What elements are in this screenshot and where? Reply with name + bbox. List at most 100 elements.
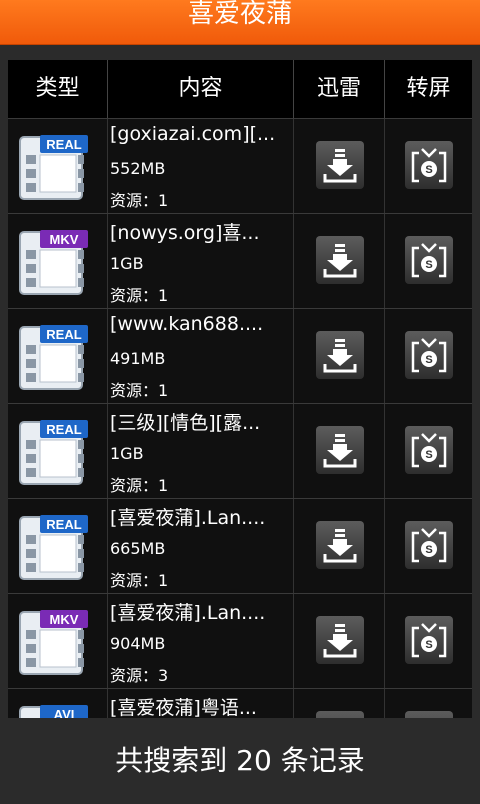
- source-count: 资源：1: [110, 476, 169, 495]
- source-count: 资源：1: [110, 191, 169, 210]
- source-count: 资源：1: [110, 286, 169, 305]
- file-size: 491MB: [110, 349, 166, 368]
- cast-cell: S: [385, 214, 472, 308]
- type-cell: REAL: [8, 119, 108, 213]
- file-name: [三级][情色][露...: [110, 412, 261, 434]
- source-count: 资源：1: [110, 381, 169, 400]
- film-strip-icon: REAL: [19, 420, 88, 485]
- app-title: 喜爱夜蒲: [187, 0, 292, 29]
- film-strip-icon: REAL: [19, 515, 88, 580]
- file-size: 665MB: [110, 539, 166, 558]
- cast-screen-icon: S: [411, 528, 447, 563]
- cast-screen-button[interactable]: S: [405, 331, 453, 379]
- xunlei-download-button[interactable]: [316, 141, 364, 189]
- type-cell: REAL: [8, 404, 108, 498]
- download-icon: [323, 529, 357, 563]
- file-size: 904MB: [110, 634, 166, 653]
- type-cell: REAL: [8, 309, 108, 403]
- xunlei-download-button[interactable]: [316, 236, 364, 284]
- file-name: [nowys.org]喜...: [110, 222, 260, 244]
- cast-cell: S: [385, 309, 472, 403]
- cast-screen-button[interactable]: S: [405, 141, 453, 189]
- xunlei-download-button[interactable]: [316, 331, 364, 379]
- xunlei-cell: [294, 214, 385, 308]
- file-name: [喜爱夜蒲]粤语...: [110, 697, 257, 718]
- file-name: [www.kan688....: [110, 313, 264, 335]
- cast-screen-icon: S: [411, 243, 447, 278]
- film-strip-icon: REAL: [19, 135, 88, 200]
- cast-screen-icon: S: [405, 711, 453, 718]
- content-cell: [nowys.org]喜... 1GB 资源：1: [108, 214, 294, 308]
- cast-screen-button[interactable]: S: [405, 426, 453, 474]
- table-header: 类型 内容 迅雷 转屏: [8, 60, 472, 118]
- svg-text:S: S: [425, 259, 432, 271]
- download-icon: [316, 711, 364, 718]
- download-icon: [323, 624, 357, 658]
- svg-text:S: S: [425, 544, 432, 556]
- table-row[interactable]: REAL [喜爱夜蒲].Lan.... 665MB 资源：1 S: [8, 498, 472, 593]
- content-cell: [三级][情色][露... 1GB 资源：1: [108, 404, 294, 498]
- cast-cell: S: [385, 689, 472, 718]
- table-row[interactable]: MKV [nowys.org]喜... 1GB 资源：1 S: [8, 213, 472, 308]
- table-row[interactable]: REAL [三级][情色][露... 1GB 资源：1 S: [8, 403, 472, 498]
- film-strip-icon: MKV: [19, 610, 88, 675]
- film-strip-icon: AVI: [19, 705, 88, 718]
- header-content: 内容: [108, 60, 294, 118]
- cast-screen-button[interactable]: S: [405, 236, 453, 284]
- content-cell: [喜爱夜蒲].Lan.... 665MB 资源：1: [108, 499, 294, 593]
- content-cell: [www.kan688.... 491MB 资源：1: [108, 309, 294, 403]
- xunlei-download-button[interactable]: [316, 616, 364, 664]
- content-cell: [goxiazai.com][... 552MB 资源：1: [108, 119, 294, 213]
- download-icon: [323, 244, 357, 278]
- header-xunlei: 迅雷: [294, 60, 385, 118]
- type-badge-label: AVI: [54, 707, 75, 718]
- type-badge-label: REAL: [46, 422, 81, 437]
- type-badge-label: MKV: [50, 232, 79, 247]
- cast-screen-button[interactable]: S: [405, 711, 453, 718]
- type-badge-label: REAL: [46, 327, 81, 342]
- content-cell: [喜爱夜蒲].Lan.... 904MB 资源：3: [108, 594, 294, 688]
- app-title-bar: 喜爱夜蒲: [0, 0, 480, 44]
- source-count: 资源：1: [110, 571, 169, 590]
- file-size: 1GB: [110, 254, 144, 273]
- svg-text:S: S: [425, 639, 432, 651]
- table-row[interactable]: MKV [喜爱夜蒲].Lan.... 904MB 资源：3 S: [8, 593, 472, 688]
- file-name: [goxiazai.com][...: [110, 123, 276, 145]
- xunlei-cell: [294, 309, 385, 403]
- xunlei-cell: [294, 499, 385, 593]
- cast-cell: S: [385, 404, 472, 498]
- download-icon: [323, 149, 357, 183]
- download-icon: [323, 339, 357, 373]
- xunlei-download-button[interactable]: [316, 426, 364, 474]
- type-badge-label: REAL: [46, 517, 81, 532]
- cast-screen-icon: S: [411, 623, 447, 658]
- header-cast: 转屏: [406, 76, 451, 101]
- cast-screen-button[interactable]: S: [405, 616, 453, 664]
- xunlei-download-button[interactable]: [316, 711, 364, 718]
- xunlei-cell: [294, 119, 385, 213]
- film-strip-icon: REAL: [19, 325, 88, 390]
- cast-cell: S: [385, 594, 472, 688]
- cast-screen-button[interactable]: S: [405, 521, 453, 569]
- xunlei-download-button[interactable]: [316, 521, 364, 569]
- cast-screen-icon: S: [411, 433, 447, 468]
- file-size: 1GB: [110, 444, 144, 463]
- source-count: 资源：3: [110, 666, 169, 685]
- result-count: 共搜索到 20 条记录: [0, 718, 480, 800]
- type-cell: REAL: [8, 499, 108, 593]
- xunlei-cell: [294, 594, 385, 688]
- download-icon: [323, 434, 357, 468]
- header-type: 类型: [8, 60, 108, 118]
- file-name: [喜爱夜蒲].Lan....: [110, 507, 266, 529]
- type-badge-label: REAL: [46, 137, 81, 152]
- cast-screen-icon: S: [411, 148, 447, 183]
- type-cell: MKV: [8, 594, 108, 688]
- table-row[interactable]: AVI [喜爱夜蒲]粤语...: [8, 688, 472, 718]
- cast-cell: S: [385, 499, 472, 593]
- type-badge-label: MKV: [50, 612, 79, 627]
- results-table: 类型 内容 迅雷 转屏 REAL [goxiazai.com][... 552M…: [8, 60, 472, 718]
- svg-text:S: S: [425, 449, 432, 461]
- table-row[interactable]: REAL [goxiazai.com][... 552MB 资源：1 S: [8, 118, 472, 213]
- table-row[interactable]: REAL [www.kan688.... 491MB 资源：1 S: [8, 308, 472, 403]
- xunlei-cell: [294, 404, 385, 498]
